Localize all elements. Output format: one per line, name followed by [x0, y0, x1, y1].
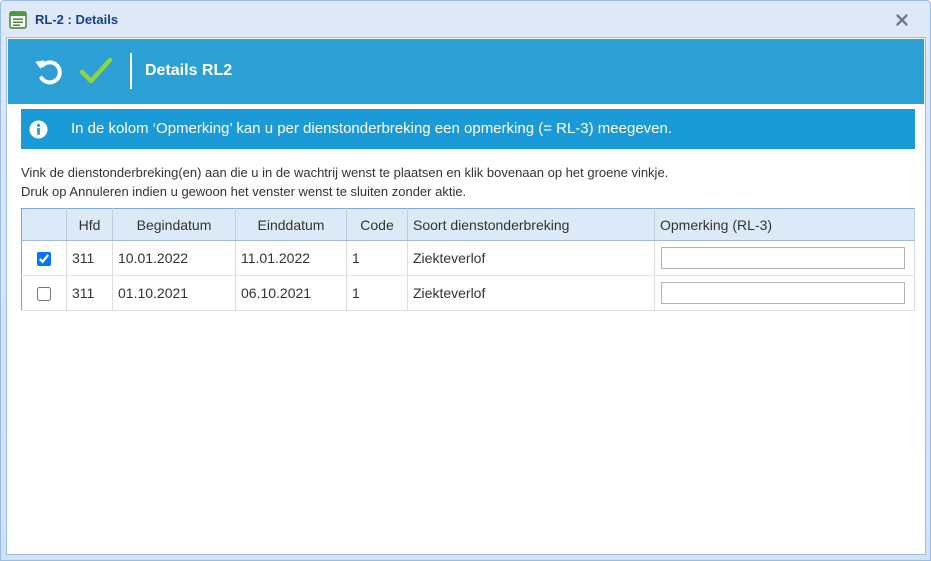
interruptions-table: Hfd Begindatum Einddatum Code Soort dien…: [21, 208, 915, 311]
cell-begindatum: 01.10.2021: [112, 275, 236, 311]
row-select-cell: [21, 240, 67, 276]
close-icon[interactable]: [892, 10, 912, 30]
cell-code: 1: [346, 240, 408, 276]
checkmark-icon[interactable]: [78, 53, 114, 89]
cell-soort: Ziekteverlof: [407, 275, 655, 311]
table-row[interactable]: 311 01.10.2021 06.10.2021 1 Ziekteverlof: [21, 275, 915, 311]
instruction-line-2: Druk op Annuleren indien u gewoon het ve…: [21, 184, 467, 199]
cell-soort: Ziekteverlof: [407, 240, 655, 276]
info-text: In de kolom ‘Opmerking’ kan u per dienst…: [71, 120, 673, 137]
column-header-einddatum[interactable]: Einddatum: [235, 208, 347, 241]
table-row[interactable]: 311 10.01.2022 11.01.2022 1 Ziekteverlof: [21, 240, 915, 276]
cell-opmerking: [654, 275, 915, 311]
cell-begindatum: 10.01.2022: [112, 240, 236, 276]
toolbar: Details RL2: [8, 39, 924, 104]
undo-icon[interactable]: [32, 53, 68, 89]
info-banner: In de kolom ‘Opmerking’ kan u per dienst…: [21, 109, 915, 149]
dialog-body: Details RL2 In de kolom ‘Opmerking’ kan …: [6, 37, 926, 555]
cell-hfd: 311: [66, 240, 113, 276]
info-icon: [29, 120, 48, 139]
column-header-begindatum[interactable]: Begindatum: [112, 208, 236, 241]
column-header-code[interactable]: Code: [346, 208, 408, 241]
instruction-line-1: Vink de dienstonderbreking(en) aan die u…: [21, 165, 669, 180]
details-dialog: RL-2 : Details Details RL2 In de kolom ‘…: [0, 0, 931, 561]
remark-input[interactable]: [661, 247, 905, 269]
toolbar-title: Details RL2: [145, 62, 233, 79]
row-select-cell: [21, 275, 67, 311]
title-bar[interactable]: RL-2 : Details: [1, 1, 930, 37]
row-checkbox[interactable]: [37, 252, 51, 267]
column-header-opmerking[interactable]: Opmerking (RL-3): [654, 208, 915, 241]
cell-einddatum: 06.10.2021: [235, 275, 347, 311]
cell-einddatum: 11.01.2022: [235, 240, 347, 276]
cell-code: 1: [346, 275, 408, 311]
column-header-hfd[interactable]: Hfd: [66, 208, 113, 241]
table-header-row: Hfd Begindatum Einddatum Code Soort dien…: [21, 208, 915, 241]
toolbar-separator: [130, 53, 132, 89]
column-header-soort[interactable]: Soort dienstonderbreking: [407, 208, 655, 241]
remark-input[interactable]: [661, 282, 905, 304]
window-list-icon: [9, 11, 27, 29]
row-checkbox[interactable]: [37, 287, 51, 302]
cell-hfd: 311: [66, 275, 113, 311]
cell-opmerking: [654, 240, 915, 276]
column-header-select[interactable]: [21, 208, 67, 241]
window-title: RL-2 : Details: [35, 12, 119, 27]
